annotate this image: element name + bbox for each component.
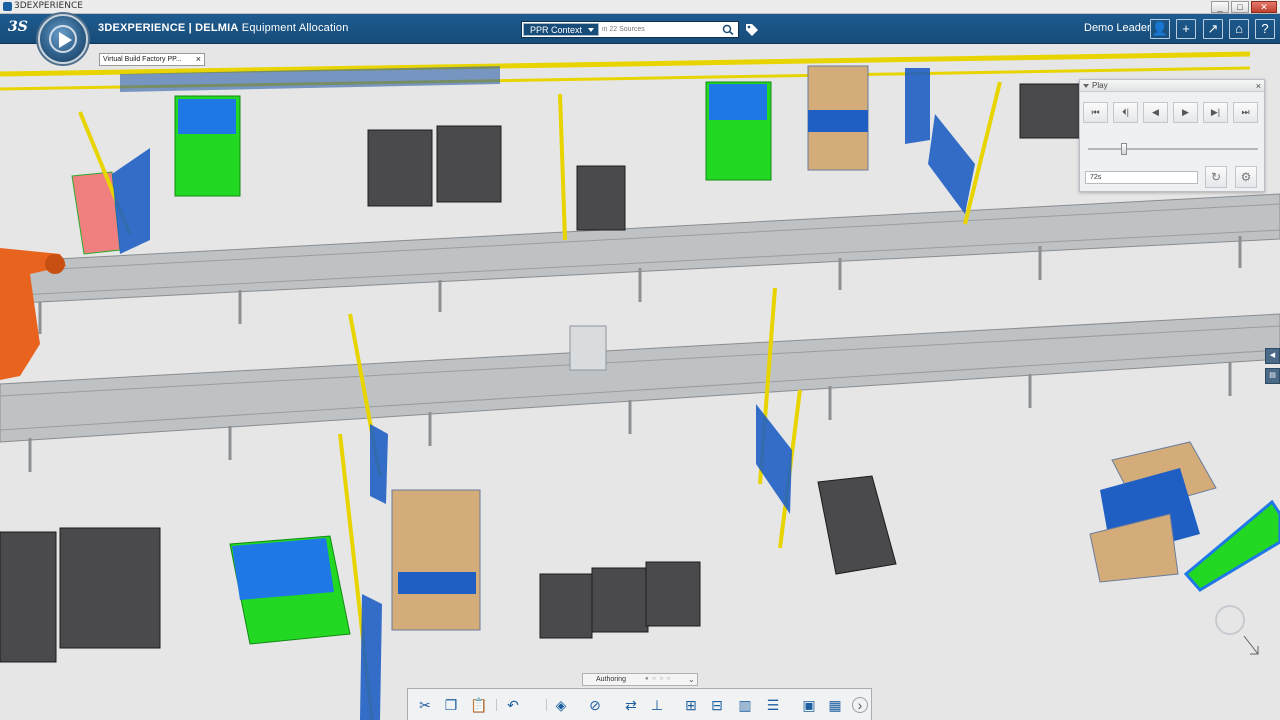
layout-icon[interactable]: ⊟ [708, 696, 726, 714]
app-window-icon [3, 2, 12, 11]
cube-icon[interactable]: ▣ [800, 696, 818, 714]
document-tab[interactable]: Virtual Build Factory PP... × [99, 53, 205, 66]
table-icon[interactable]: ▦ [826, 696, 844, 714]
play-panel: Play × ⏮ ⏴| ◀ ▶ ▶| ⏭ 72s ↻ ⚙ [1079, 79, 1265, 192]
close-tab-icon[interactable]: × [196, 54, 201, 65]
settings-gear-icon[interactable]: ⚙ [1235, 166, 1257, 188]
green-cart-2 [705, 81, 772, 181]
separator [496, 699, 497, 711]
step-forward-button[interactable]: ▶| [1203, 102, 1228, 123]
search-input[interactable] [602, 23, 720, 36]
play-forward-button[interactable]: ▶ [1173, 102, 1198, 123]
green-cart-1 [174, 95, 241, 197]
search-icon[interactable] [722, 24, 734, 35]
window-titlebar: 3DEXPERIENCE _ □ ✕ [0, 0, 1280, 14]
maximize-button[interactable]: □ [1231, 1, 1249, 13]
cardboard-shelf-2 [391, 489, 481, 631]
ppr-context-dropdown[interactable]: PPR Context [523, 23, 599, 36]
cardboard-shelf-1 [807, 65, 869, 171]
ppr-context-label: PPR Context [530, 25, 583, 35]
document-tab-label: Virtual Build Factory PP... [103, 56, 182, 63]
jump-to-start-button[interactable]: ⏮ [1083, 102, 1108, 123]
app-topbar: 3S 3DEXPERIENCE | DELMIA Equipment Alloc… [0, 14, 1280, 44]
sketch-icon[interactable]: ◈ [552, 696, 570, 714]
list-icon[interactable]: ☰ [764, 696, 782, 714]
play-panel-close-icon[interactable]: × [1256, 80, 1261, 92]
time-value-field[interactable]: 72s [1085, 171, 1198, 184]
play-panel-title: Play [1092, 81, 1108, 90]
undo-icon[interactable]: ↶ [504, 696, 522, 714]
loop-icon[interactable]: ↻ [1205, 166, 1227, 188]
green-cart-3 [229, 535, 351, 645]
search-bar: PPR Context [521, 21, 739, 38]
paste-icon[interactable]: 📋 [470, 696, 488, 714]
side-panel-list-button[interactable]: ▤ [1265, 368, 1280, 384]
motor-part [569, 325, 607, 371]
robot-reach-icon[interactable]: ⊘ [586, 696, 604, 714]
tag-icon[interactable] [745, 23, 759, 37]
copy-icon[interactable]: ❐ [442, 696, 460, 714]
time-slider-knob[interactable] [1120, 143, 1127, 155]
more-icon[interactable]: › [852, 697, 868, 713]
swap-icon[interactable]: ⇄ [622, 696, 640, 714]
resource-tree-icon[interactable]: ⊞ [682, 696, 700, 714]
help-icon[interactable]: ? [1255, 19, 1275, 39]
user-icon[interactable]: 👤 [1150, 19, 1170, 39]
action-bar: ✂ ❐ 📋 ↶ ◈ ⊘ ⇄ ⊥ ⊞ ⊟ ▥ ☰ ▣ ▦ › [407, 688, 872, 720]
play-backward-button[interactable]: ◀ [1143, 102, 1168, 123]
time-slider[interactable] [1088, 143, 1258, 155]
section-label: Authoring [596, 676, 626, 683]
compass-play-icon [59, 32, 72, 48]
snap-icon[interactable]: ⊥ [648, 696, 666, 714]
collapse-triangle-icon[interactable] [1083, 84, 1089, 88]
play-panel-header[interactable]: Play × [1080, 80, 1264, 92]
chart-icon[interactable]: ▥ [736, 696, 754, 714]
jump-to-end-button[interactable]: ⏭ [1233, 102, 1258, 123]
step-backward-button[interactable]: ⏴| [1113, 102, 1138, 123]
app-name: Equipment Allocation [241, 22, 349, 34]
minimize-button[interactable]: _ [1211, 1, 1229, 13]
chevron-down-icon[interactable]: ⌄ [688, 674, 695, 685]
add-icon[interactable]: + [1176, 19, 1196, 39]
cut-icon[interactable]: ✂ [416, 696, 434, 714]
home-icon[interactable]: ⌂ [1229, 19, 1249, 39]
window-title: 3DEXPERIENCE [14, 1, 83, 11]
section-selector[interactable]: Authoring ● ○ ○ ○ ⌄ [582, 673, 698, 686]
ds-logo-icon: 3S [8, 19, 28, 35]
share-icon[interactable]: ↗ [1203, 19, 1223, 39]
separator [546, 699, 547, 711]
compass-widget[interactable] [38, 14, 88, 64]
user-name[interactable]: Demo Leader [1084, 22, 1151, 34]
side-panel-toggle-button[interactable]: ◀ [1265, 348, 1280, 364]
section-dots[interactable]: ● ○ ○ ○ [645, 674, 672, 685]
close-window-button[interactable]: ✕ [1251, 1, 1277, 13]
chevron-down-icon [588, 28, 594, 32]
brand-name: 3DEXPERIENCE | DELMIA [98, 22, 239, 34]
app-title: 3DEXPERIENCE | DELMIA Equipment Allocati… [98, 22, 349, 34]
